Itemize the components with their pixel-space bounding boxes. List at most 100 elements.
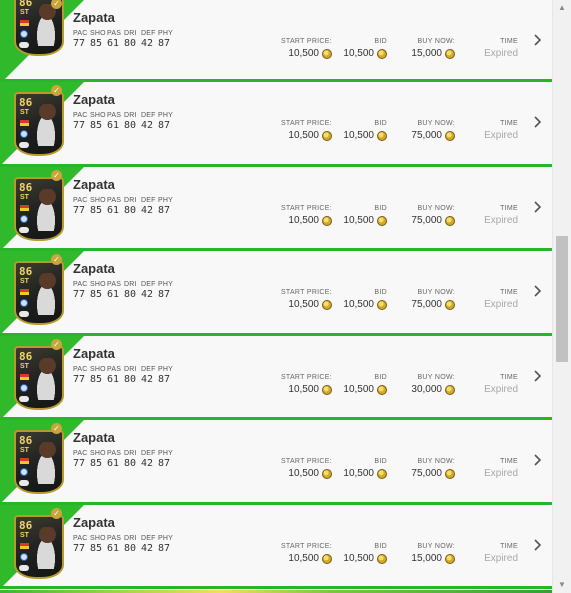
stat-sho: SHO 85 xyxy=(90,111,107,132)
bid-value: 10,500 xyxy=(343,552,374,564)
start-price-label: START PRICE: xyxy=(280,542,332,550)
listing-row[interactable]: 86 ST ✓ Zapata PAC 77 SHO 85 PAS 61 DRI 80 DEF 42… xyxy=(0,82,552,167)
transfer-list-window: 86 ST ✓ Zapata PAC 77 SHO 85 PAS 61 DRI 80 DEF 42… xyxy=(0,0,571,593)
stat-label: PHY xyxy=(158,196,173,204)
stat-label: PAS xyxy=(107,450,122,457)
chevron-right-icon[interactable] xyxy=(532,33,544,47)
nation-flag-icon xyxy=(20,120,29,126)
listing-row[interactable]: 86 ST ✓ Zapata PAC 77 SHO 85 PAS 61 DRI 80 DEF 42… xyxy=(0,166,552,251)
time-label: TIME xyxy=(500,373,518,381)
stat-label: SHO xyxy=(90,196,106,204)
coin-icon xyxy=(445,49,455,59)
stat-value: 42 xyxy=(141,38,154,49)
scroll-down-arrow-icon[interactable]: ▼ xyxy=(553,577,571,593)
listing-row[interactable]: 86 ST ✓ Zapata PAC 77 SHO 85 PAS 61 DRI 80 DEF 42… xyxy=(0,420,552,505)
bid-label: BID xyxy=(374,204,387,212)
player-stats: PAC 77 SHO 85 PAS 61 DRI 80 DEF 42 PHY 87 xyxy=(73,449,175,470)
chevron-right-icon[interactable] xyxy=(532,115,544,129)
stat-sho: SHO 85 xyxy=(90,449,107,470)
stat-value: 85 xyxy=(90,204,103,216)
start-price-column: START PRICE: 10,500 xyxy=(281,542,332,566)
buy-now-label: BUY NOW: xyxy=(417,120,455,127)
player-name: Zapata xyxy=(73,10,115,25)
start-price-column: START PRICE: 10,500 xyxy=(281,373,332,397)
listing-row[interactable]: 86 ST ✓ Zapata PAC 77 SHO 85 PAS 61 DRI 80 DEF 42… xyxy=(0,335,552,420)
coin-icon xyxy=(322,469,332,479)
stat-sho: SHO 85 xyxy=(90,365,107,386)
stat-pas: PAS 61 xyxy=(107,449,124,470)
time-label: TIME xyxy=(500,542,518,550)
scroll-up-arrow-icon[interactable]: ▲ xyxy=(553,0,571,16)
coin-icon xyxy=(377,553,387,564)
player-name: Zapata xyxy=(73,176,115,192)
scrollbar-thumb[interactable] xyxy=(556,236,568,362)
league-badge-icon xyxy=(20,552,28,561)
player-photo xyxy=(32,273,60,315)
chevron-right-icon[interactable] xyxy=(532,369,544,383)
bid-value: 10,500 xyxy=(343,383,374,395)
player-card[interactable]: 86 ST xyxy=(14,92,64,156)
player-card[interactable]: 86 ST xyxy=(14,261,64,325)
bid-label: BID xyxy=(374,38,387,45)
listing-row[interactable]: 86 ST ✓ Zapata PAC 77 SHO 85 PAS 61 DRI 80 DEF 42… xyxy=(0,0,552,82)
stat-label: DEF xyxy=(141,30,156,37)
stat-dri: DRI 80 xyxy=(124,365,141,386)
buy-now-value: 75,000 xyxy=(411,214,442,226)
stat-pac: PAC 77 xyxy=(73,280,90,301)
coin-icon xyxy=(377,384,387,395)
stat-dri: DRI 80 xyxy=(124,29,141,50)
stat-pac: PAC 77 xyxy=(73,449,90,470)
stat-sho: SHO 85 xyxy=(90,534,107,555)
player-name: Zapata xyxy=(73,261,115,276)
time-value: Expired xyxy=(484,468,518,479)
bid-column: BID 10,500 xyxy=(343,204,387,228)
stat-dri: DRI 80 xyxy=(124,280,141,301)
chevron-right-icon[interactable] xyxy=(532,453,544,467)
stat-label: DRI xyxy=(124,281,137,288)
player-position: ST xyxy=(20,109,29,116)
club-crest-icon xyxy=(19,480,29,486)
start-price-value: 10,500 xyxy=(288,299,319,310)
player-stats: PAC 77 SHO 85 PAS 61 DRI 80 DEF 42 PHY 87 xyxy=(73,365,175,386)
listing-row[interactable]: 86 ST ✓ Zapata PAC 77 SHO 85 PAS 61 DRI 80 DEF 42… xyxy=(0,504,552,589)
stat-def: DEF 42 xyxy=(141,29,158,50)
listing-row[interactable]: 86 ST ✓ Zapata PAC 77 SHO 85 PAS 61 DRI 80 DEF 42… xyxy=(0,251,552,336)
stat-label: PHY xyxy=(158,112,173,119)
bid-column: BID 10,500 xyxy=(343,457,387,481)
player-rating: 86 xyxy=(19,349,33,363)
stat-def: DEF 42 xyxy=(141,365,158,386)
start-price-column: START PRICE: 10,500 xyxy=(281,204,332,228)
player-card[interactable]: 86 ST xyxy=(14,430,64,494)
player-position: ST xyxy=(20,9,29,16)
player-card[interactable]: 86 ST xyxy=(14,514,64,579)
stat-dri: DRI 80 xyxy=(124,534,141,555)
coin-icon xyxy=(377,215,387,226)
coin-icon xyxy=(322,553,332,564)
check-badge-icon: ✓ xyxy=(51,169,62,181)
coin-icon xyxy=(445,131,455,141)
stat-value: 77 xyxy=(73,373,86,385)
start-price-label: START PRICE: xyxy=(280,120,332,127)
check-badge-icon: ✓ xyxy=(51,85,62,96)
vertical-scrollbar[interactable]: ▲ ▼ xyxy=(552,0,571,593)
start-price-column: START PRICE: 10,500 xyxy=(281,37,332,61)
stat-label: PAS xyxy=(107,365,122,373)
stat-phy: PHY 87 xyxy=(158,449,175,470)
start-price-value: 10,500 xyxy=(288,214,319,226)
bid-label: BID xyxy=(374,120,387,127)
stat-pac: PAC 77 xyxy=(73,365,90,386)
player-card[interactable]: 86 ST xyxy=(14,176,64,241)
player-card[interactable]: 86 ST xyxy=(14,345,64,410)
stat-label: SHO xyxy=(90,30,106,37)
chevron-right-icon[interactable] xyxy=(532,538,544,552)
stat-phy: PHY 87 xyxy=(158,29,175,50)
coin-icon xyxy=(377,469,387,479)
time-value: Expired xyxy=(484,130,518,141)
stat-value: 77 xyxy=(73,204,86,216)
club-crest-icon xyxy=(19,395,29,402)
time-column: TIME Expired xyxy=(484,119,518,143)
chevron-right-icon[interactable] xyxy=(532,284,544,298)
chevron-right-icon[interactable] xyxy=(532,200,544,214)
player-stats: PAC 77 SHO 85 PAS 61 DRI 80 DEF 42 PHY 87 xyxy=(73,534,175,555)
stat-label: PAC xyxy=(73,534,88,542)
